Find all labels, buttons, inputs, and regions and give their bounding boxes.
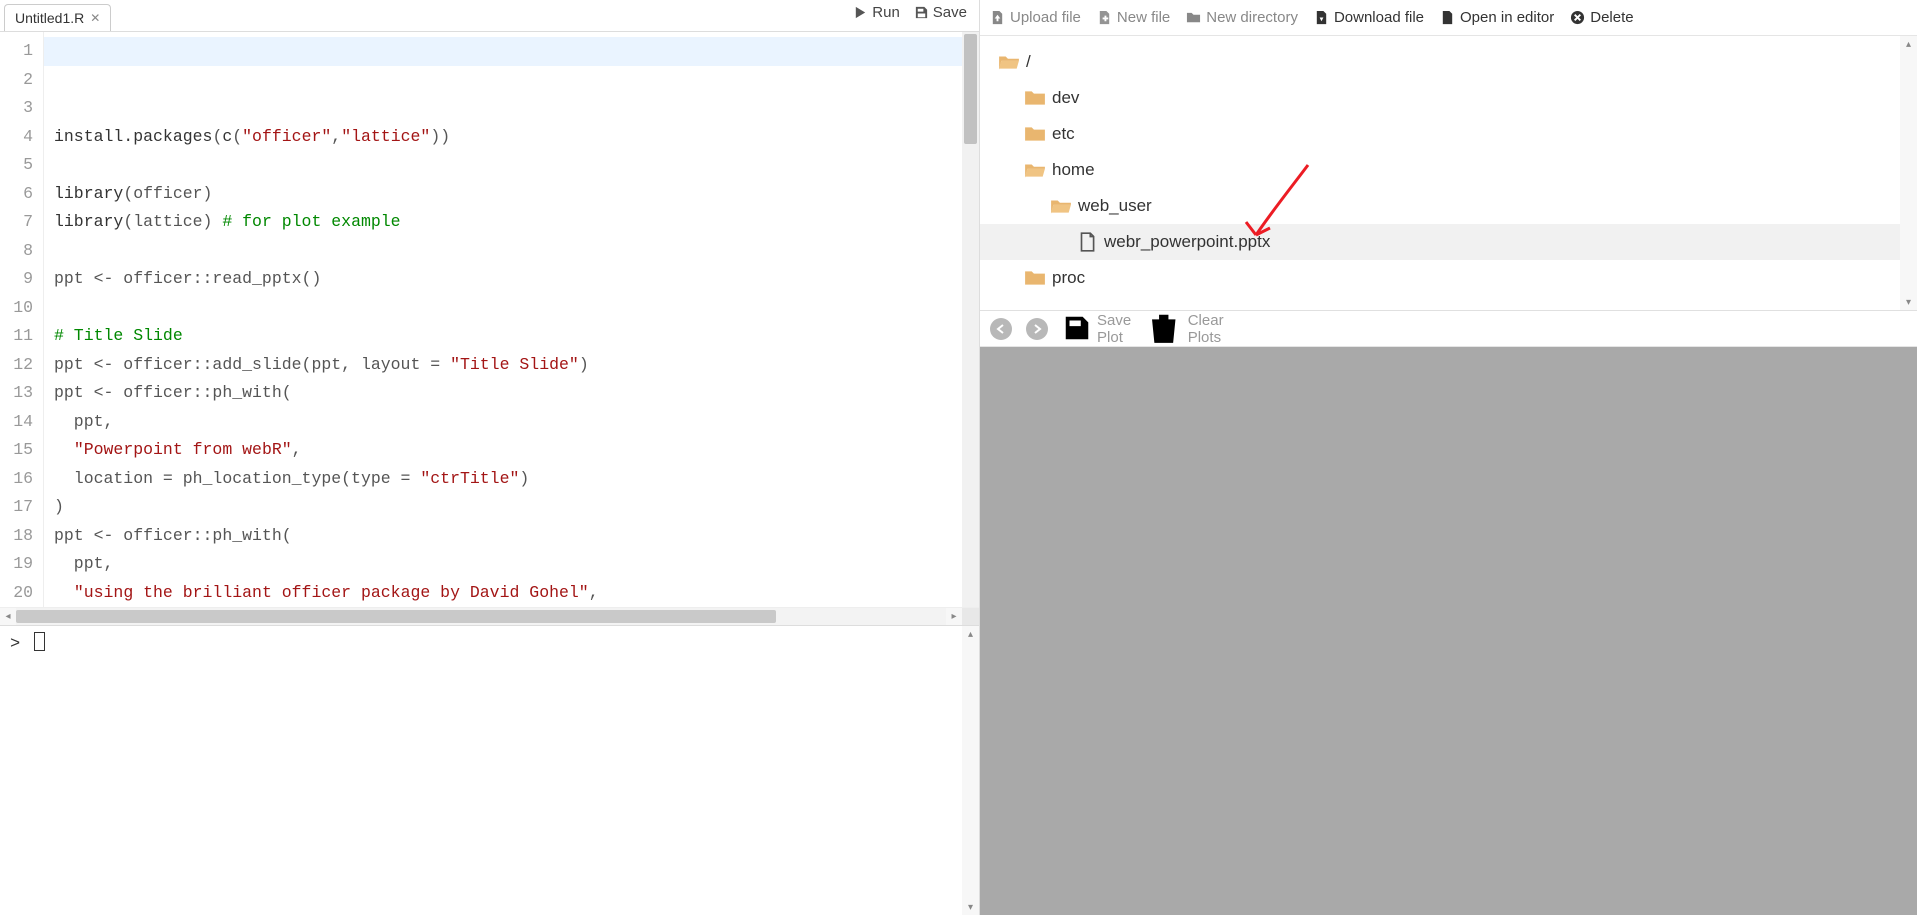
console-pane[interactable]: > ▴ ▾ [0, 625, 979, 915]
code-line[interactable]: "using the brilliant officer package by … [54, 579, 962, 608]
code-line[interactable]: ppt, [54, 408, 962, 437]
tree-item-dev[interactable]: dev [980, 80, 1900, 116]
console-scrollbar[interactable]: ▴ ▾ [962, 626, 979, 915]
folder-icon [1024, 267, 1046, 289]
plot-next-button[interactable] [1026, 318, 1048, 340]
code-line[interactable] [54, 294, 962, 323]
code-line[interactable]: ppt <- officer::read_pptx() [54, 265, 962, 294]
tree-item-webr-powerpoint-pptx[interactable]: webr_powerpoint.pptx [980, 224, 1900, 260]
code-line[interactable]: ppt <- officer::ph_with( [54, 522, 962, 551]
save-plot-icon [1062, 313, 1092, 343]
file-browser[interactable]: /devetchomeweb_userwebr_powerpoint.pptxp… [980, 36, 1900, 310]
file-toolbar: Upload file New file New directory Downl… [980, 0, 1917, 36]
delete-button[interactable]: Delete [1570, 9, 1633, 26]
save-icon [914, 5, 929, 20]
play-icon [853, 5, 868, 20]
code-line[interactable]: # Title Slide [54, 322, 962, 351]
line-gutter: 1234567891011121314151617181920 [0, 32, 44, 607]
folder-icon [1024, 87, 1046, 109]
left-pane: Untitled1.R ✕ Run Save 12345678910111213… [0, 0, 980, 915]
editor-tabbar: Untitled1.R ✕ Run Save [0, 0, 979, 32]
plot-area [980, 347, 1917, 915]
save-plot-button[interactable]: Save Plot [1062, 312, 1131, 346]
tree-item-etc[interactable]: etc [980, 116, 1900, 152]
code-line[interactable]: install.packages(c("officer","lattice")) [54, 123, 962, 152]
delete-icon [1570, 10, 1585, 25]
download-icon [1314, 10, 1329, 25]
code-editor[interactable]: 1234567891011121314151617181920 install.… [0, 32, 979, 607]
new-directory-button[interactable]: New directory [1186, 9, 1298, 26]
new-file-button[interactable]: New file [1097, 9, 1170, 26]
editor-scrollbar-horizontal[interactable]: ◂ ▸ [0, 607, 979, 625]
tree-item-proc[interactable]: proc [980, 260, 1900, 296]
tree-root[interactable]: / [980, 44, 1900, 80]
folder-open-icon [998, 51, 1020, 73]
new-file-icon [1097, 10, 1112, 25]
close-icon[interactable]: ✕ [90, 11, 100, 25]
open-editor-icon [1440, 10, 1455, 25]
plot-prev-button[interactable] [990, 318, 1012, 340]
arrow-right-icon [1031, 323, 1043, 335]
file-icon [1076, 231, 1098, 253]
upload-file-button[interactable]: Upload file [990, 9, 1081, 26]
tab-label: Untitled1.R [15, 10, 84, 26]
code-line[interactable] [54, 151, 962, 180]
download-file-button[interactable]: Download file [1314, 9, 1424, 26]
folder-icon [1024, 159, 1046, 181]
code-line[interactable]: library(officer) [54, 180, 962, 209]
right-pane: Upload file New file New directory Downl… [980, 0, 1917, 915]
tree-item-web-user[interactable]: web_user [980, 188, 1900, 224]
clear-plots-button[interactable]: Clear Plots [1145, 310, 1223, 348]
save-button[interactable]: Save [914, 4, 967, 21]
folder-icon [1050, 195, 1072, 217]
open-in-editor-button[interactable]: Open in editor [1440, 9, 1554, 26]
code-line[interactable]: ppt <- officer::ph_with( [54, 379, 962, 408]
active-line-highlight [44, 37, 962, 66]
code-line[interactable]: location = ph_location_type(type = "ctrT… [54, 465, 962, 494]
code-line[interactable]: ppt <- officer::add_slide(ppt, layout = … [54, 351, 962, 380]
tree-item-home[interactable]: home [980, 152, 1900, 188]
folder-icon [1024, 123, 1046, 145]
upload-icon [990, 10, 1005, 25]
console-cursor [34, 632, 45, 651]
plot-toolbar: Save Plot Clear Plots [980, 311, 1917, 347]
arrow-left-icon [995, 323, 1007, 335]
console-prompt: > [10, 635, 20, 654]
code-line[interactable] [54, 237, 962, 266]
code-line[interactable]: ) [54, 493, 962, 522]
tab-untitled1[interactable]: Untitled1.R ✕ [4, 4, 111, 31]
trash-icon [1145, 310, 1183, 348]
code-line[interactable]: ppt, [54, 550, 962, 579]
new-folder-icon [1186, 10, 1201, 25]
file-browser-scrollbar[interactable]: ▴ ▾ [1900, 36, 1917, 310]
editor-scrollbar-vertical[interactable] [962, 32, 979, 607]
code-line[interactable]: "Powerpoint from webR", [54, 436, 962, 465]
run-button[interactable]: Run [853, 4, 900, 21]
code-line[interactable]: library(lattice) # for plot example [54, 208, 962, 237]
